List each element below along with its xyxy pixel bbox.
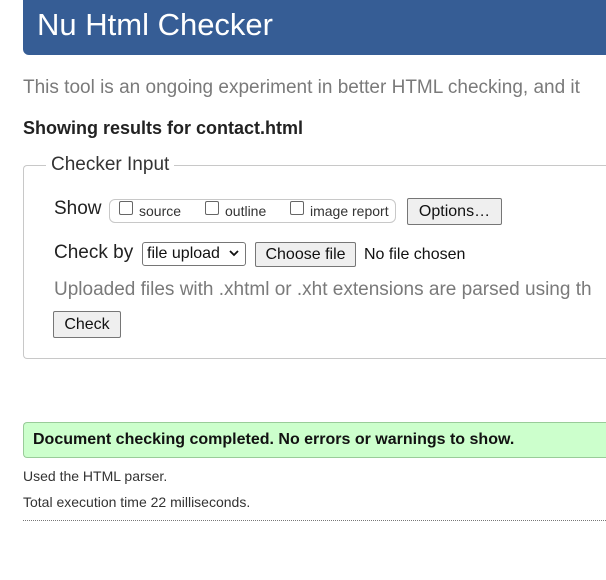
check-button[interactable]: Check [53,311,121,338]
upload-note: Uploaded files with .xhtml or .xht exten… [54,279,592,300]
checker-input-fieldset: Checker Input Show source outline image … [23,154,606,359]
show-options-group: source outline image report [109,199,396,223]
source-checkbox[interactable] [119,201,133,215]
check-by-select[interactable]: file upload [142,242,246,266]
show-image-report-option[interactable]: image report [290,200,389,222]
page-title: Nu Html Checker [37,7,273,42]
show-outline-option[interactable]: outline [205,200,266,222]
header-bar: Nu Html Checker [23,0,606,55]
choose-file-button[interactable]: Choose file [255,242,356,267]
results-heading: Showing results for contact.html [23,118,304,138]
check-by-selected-value: file upload [147,245,220,262]
show-label: Show [54,198,102,219]
parser-info: Used the HTML parser. [23,468,168,484]
check-by-label: Check by [54,242,134,263]
success-message-box: Document checking completed. No errors o… [23,422,606,458]
success-message: Document checking completed. No errors o… [33,431,515,448]
image-report-checkbox-label: image report [310,203,389,219]
outline-checkbox[interactable] [205,201,219,215]
show-source-option[interactable]: source [119,200,181,222]
source-checkbox-label: source [139,203,182,219]
checker-input-legend: Checker Input [46,154,175,176]
chevron-down-icon [229,250,239,257]
intro-text: This tool is an ongoing experiment in be… [23,77,580,98]
page: Nu Html Checker This tool is an ongoing … [0,0,606,580]
execution-time-info: Total execution time 22 milliseconds. [23,494,251,510]
options-button[interactable]: Options… [407,198,502,225]
dotted-divider [23,520,606,521]
image-report-checkbox[interactable] [290,201,304,215]
file-status: No file chosen [364,246,466,263]
outline-checkbox-label: outline [225,203,267,219]
